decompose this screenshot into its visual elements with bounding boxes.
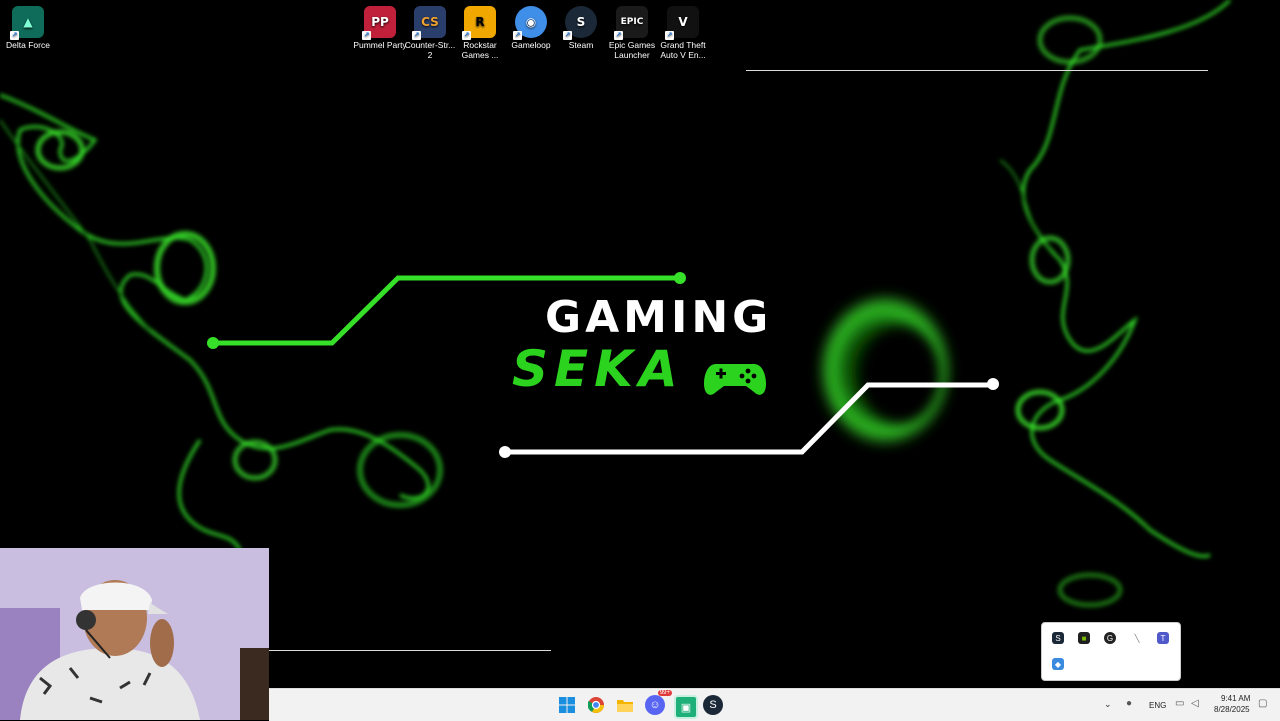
desktop-icon-epic-games[interactable]: EPIC ↗ Epic Games Launcher bbox=[604, 2, 660, 60]
wallpaper-title-seka: SEKA bbox=[512, 340, 684, 398]
desktop-icon-rockstar[interactable]: R ↗ Rockstar Games ... bbox=[452, 2, 508, 60]
green-vortex bbox=[815, 290, 955, 450]
discord-badge: 99+ bbox=[657, 690, 672, 696]
delta-force-icon: ▲ ↗ bbox=[10, 6, 44, 40]
desktop-icon-label: Pummel Party bbox=[353, 40, 407, 50]
desktop-icon-delta-force[interactable]: ▲ ↗ Delta Force bbox=[0, 2, 56, 50]
steam-icon[interactable]: S bbox=[703, 695, 723, 715]
desktop-icon-counter-strike[interactable]: CS ↗ Counter-Str... 2 bbox=[402, 2, 458, 60]
desktop-icon-label: Delta Force bbox=[6, 40, 50, 50]
nvidia-tray-icon[interactable]: ■ bbox=[1078, 632, 1090, 644]
divider-line-top bbox=[746, 70, 1208, 71]
file-explorer-icon[interactable] bbox=[615, 695, 635, 715]
rockstar-games-icon: R ↗ bbox=[462, 6, 496, 40]
desktop-icon-label: Steam bbox=[568, 40, 594, 50]
taskbar: ☺ 99+ ▣ S ⌄ ● ENG ▭ ◁ 9:41 AM 8/28/2025 … bbox=[269, 688, 1280, 721]
tray-overflow-popup: S ■ G ╲ T ◆ bbox=[1041, 622, 1181, 681]
language-indicator[interactable]: ENG bbox=[1149, 701, 1166, 710]
desktop-icon-label: Epic Games Launcher bbox=[608, 40, 656, 60]
discord-icon[interactable]: ☺ 99+ bbox=[645, 690, 672, 715]
steam-icon: S ↗ bbox=[563, 6, 597, 40]
teams-tray-icon[interactable]: T bbox=[1157, 632, 1169, 644]
fractal-left bbox=[0, 93, 443, 551]
pummel-party-icon: PP ↗ bbox=[362, 6, 396, 40]
gamepad-icon bbox=[704, 364, 766, 395]
desktop-icon-gta-v[interactable]: V ↗ Grand Theft Auto V En... bbox=[655, 2, 711, 60]
desktop-icon-label: Gameloop bbox=[511, 40, 551, 50]
webcam-overlay bbox=[0, 548, 269, 720]
epic-games-icon: EPIC ↗ bbox=[614, 6, 648, 40]
desktop-icon-label: Grand Theft Auto V En... bbox=[660, 40, 706, 60]
steam-tray-icon[interactable]: S bbox=[1052, 632, 1064, 644]
gta-v-icon: V ↗ bbox=[665, 6, 699, 40]
desktop-icon-gameloop[interactable]: ◉ ↗ Gameloop bbox=[503, 2, 559, 50]
g-hub-tray-icon[interactable]: G bbox=[1104, 632, 1116, 644]
display-icon[interactable]: ▭ bbox=[1175, 698, 1184, 709]
clock-date[interactable]: 8/28/2025 bbox=[1214, 705, 1250, 714]
chevron-up-icon[interactable]: ⌄ bbox=[1104, 699, 1112, 710]
security-tray-icon[interactable]: ◆ bbox=[1052, 658, 1064, 670]
volume-icon[interactable]: ◁ bbox=[1191, 698, 1199, 709]
fractal-right bbox=[999, 0, 1232, 608]
desktop-icon-steam[interactable]: S ↗ Steam bbox=[553, 2, 609, 50]
notification-icon[interactable]: ▢ bbox=[1258, 698, 1267, 709]
windows-start-icon[interactable] bbox=[557, 695, 577, 715]
counter-strike-icon: CS ↗ bbox=[412, 6, 446, 40]
desktop-icon-label: Counter-Str... 2 bbox=[404, 40, 456, 60]
wallpaper-title-gaming: GAMING bbox=[545, 292, 773, 343]
chrome-icon[interactable] bbox=[586, 695, 606, 715]
desktop-icon-pummel-party[interactable]: PP ↗ Pummel Party bbox=[352, 2, 408, 50]
app-icon[interactable]: ▣ bbox=[674, 695, 698, 719]
clock-time[interactable]: 9:41 AM bbox=[1221, 694, 1250, 703]
webcam-person-image bbox=[0, 548, 269, 720]
divider-line-bottom bbox=[269, 650, 551, 651]
desktop-icon-label: Rockstar Games ... bbox=[461, 40, 499, 60]
pen-tray-icon[interactable]: ╲ bbox=[1131, 632, 1143, 644]
microphone-icon[interactable]: ● bbox=[1126, 698, 1132, 709]
gameloop-icon: ◉ ↗ bbox=[513, 6, 547, 40]
